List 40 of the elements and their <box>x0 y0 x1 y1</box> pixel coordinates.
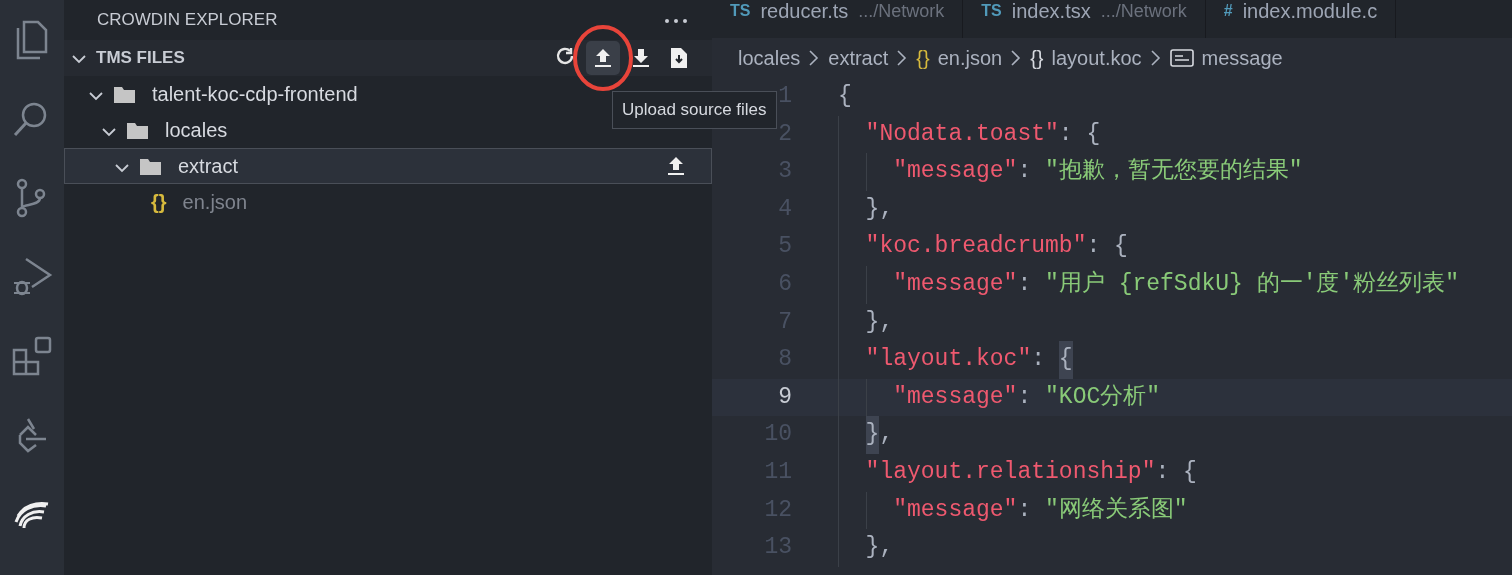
code-punctuation: : <box>1017 157 1033 187</box>
code-punctuation: : { <box>1086 232 1128 262</box>
code-punctuation: } <box>865 416 880 454</box>
code-string: "KOC分析" <box>1045 382 1161 412</box>
file-type-icon: # <box>1223 0 1233 22</box>
code-key: "message" <box>893 378 1018 417</box>
code-punctuation: : <box>1017 269 1033 299</box>
code-punctuation: }, <box>865 533 894 563</box>
tree-label: talent-koc-cdp-frontend <box>152 82 359 107</box>
code-key: "message" <box>893 153 1018 191</box>
code-punctuation: , <box>879 420 894 450</box>
code-key: "layout.relationship" <box>865 453 1156 492</box>
tree-label: en.json <box>182 190 249 215</box>
code-punctuation: { <box>1058 341 1073 379</box>
code-punctuation: : <box>1017 495 1033 525</box>
code-punctuation: }, <box>865 194 894 224</box>
braces-icon: {} <box>1030 43 1044 73</box>
tree-label: locales <box>165 118 229 143</box>
code-string: "抱歉，暂无您要的结果" <box>1045 157 1303 187</box>
code-punctuation: : <box>1017 382 1033 412</box>
braces-icon: {} <box>916 43 930 73</box>
code-punctuation: : { <box>1155 457 1197 487</box>
code-punctuation: }, <box>865 307 894 337</box>
code-key: "message" <box>893 491 1018 530</box>
code-punctuation: : { <box>1058 119 1101 149</box>
code-key: "koc.breadcrumb" <box>865 228 1087 266</box>
file-type-icon: TS <box>730 0 751 22</box>
tooltip: Upload source files <box>612 91 777 129</box>
tree-label: extract <box>178 154 240 179</box>
code-key: "Nodata.toast" <box>865 115 1059 154</box>
line-number: 9 <box>778 383 792 410</box>
code-string: "用户 {refSdkU} 的一'度'粉丝列表" <box>1045 269 1460 299</box>
json-file-icon: {} <box>151 187 167 217</box>
code-punctuation: : <box>1031 345 1047 375</box>
code-key: "message" <box>893 265 1018 304</box>
code-string: "网络关系图" <box>1045 495 1188 525</box>
code-punctuation: { <box>838 82 852 111</box>
view-title: CROWDIN EXPLORER <box>97 9 278 32</box>
file-type-icon: TS <box>981 0 1002 22</box>
code-key: "layout.koc" <box>865 341 1032 379</box>
